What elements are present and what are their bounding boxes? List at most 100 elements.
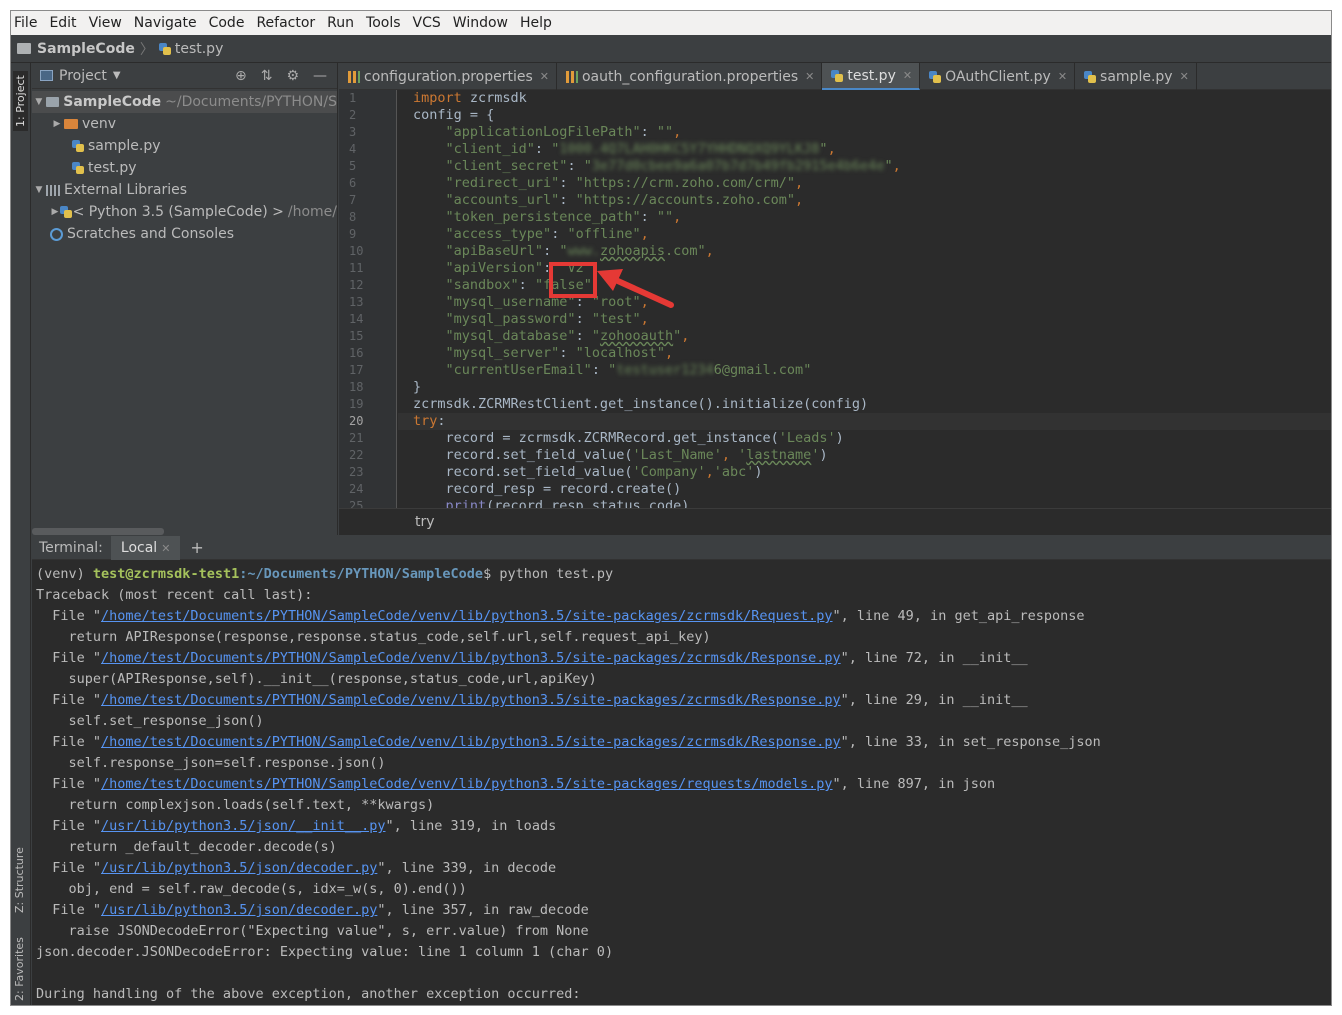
hide-panel-icon[interactable]: — [313, 68, 327, 84]
close-icon[interactable]: ✕ [161, 542, 170, 555]
folder-icon [17, 43, 31, 54]
tab-configuration-properties[interactable]: configuration.properties ✕ [339, 63, 557, 90]
terminal-line: obj, end = self.raw_decode(s, idx=_w(s, … [36, 881, 467, 897]
line-number: 15 [349, 329, 364, 343]
expand-arrow-icon[interactable]: ▼ [32, 97, 46, 107]
terminal-prompt-line: (venv) test@zcrmsdk-test1:~/Documents/PY… [36, 564, 1331, 585]
tree-item-external-libraries[interactable]: ▼ External Libraries [32, 179, 337, 201]
line-number: 22 [349, 448, 364, 462]
close-icon[interactable]: ✕ [1058, 70, 1067, 83]
code-line: print(record_resp.status_code) [445, 498, 690, 508]
project-tree: ▼ SampleCode ~/Documents/PYTHON/S ▶ venv… [32, 89, 337, 245]
terminal-output[interactable]: (venv) test@zcrmsdk-test1:~/Documents/PY… [32, 560, 1331, 1005]
tree-item-venv[interactable]: ▶ venv [32, 113, 337, 135]
menu-tools[interactable]: Tools [366, 15, 401, 31]
tree-item-label: test.py [88, 160, 137, 176]
code-line: config = { [413, 107, 495, 123]
prompt-path: :~/Documents/PYTHON/SampleCode [239, 566, 484, 582]
tab-oauthclient-py[interactable]: OAuthClient.py ✕ [920, 63, 1076, 90]
expand-arrow-icon[interactable]: ▶ [50, 119, 64, 129]
line-number: 17 [349, 363, 364, 377]
tree-item-path: ~/Documents/PYTHON/S [165, 94, 337, 110]
menu-navigate[interactable]: Navigate [134, 15, 197, 31]
horizontal-scrollbar[interactable] [32, 528, 164, 535]
favorites-tool-button[interactable]: 2: Favorites [13, 937, 26, 1001]
traceback-link[interactable]: /home/test/Documents/PYTHON/SampleCode/v… [101, 650, 841, 666]
menu-refactor[interactable]: Refactor [256, 15, 315, 31]
terminal-line: File "/usr/lib/python3.5/json/decoder.py… [36, 860, 557, 876]
terminal-tab-local[interactable]: Local ✕ [110, 535, 181, 560]
tree-item-test-py[interactable]: test.py [32, 157, 337, 179]
prompt-command: $ python test.py [483, 566, 614, 582]
line-number: 13 [349, 295, 364, 309]
close-icon[interactable]: ✕ [1180, 70, 1189, 83]
menu-help[interactable]: Help [520, 15, 552, 31]
gear-icon[interactable]: ⚙ [286, 68, 299, 84]
locate-icon[interactable]: ⊕ [235, 68, 247, 84]
prompt-venv: (venv) [36, 566, 93, 582]
traceback-link[interactable]: /usr/lib/python3.5/json/decoder.py [101, 860, 377, 876]
breadcrumb-file[interactable]: test.py [175, 41, 224, 57]
structure-tool-button[interactable]: Z: Structure [13, 847, 26, 913]
terminal-line: During handling of the above exception, … [36, 986, 581, 1002]
new-terminal-icon[interactable]: + [190, 538, 203, 557]
tree-item-samplecode[interactable]: ▼ SampleCode ~/Documents/PYTHON/S [32, 91, 337, 113]
code-line: "access_type": "offline", [445, 226, 649, 242]
terminal-tabs: Terminal: Local ✕ + [32, 535, 1331, 560]
tab-label: test.py [847, 67, 896, 84]
traceback-link[interactable]: /home/test/Documents/PYTHON/SampleCode/v… [101, 692, 841, 708]
tree-item-scratches[interactable]: Scratches and Consoles [32, 223, 337, 245]
menu-bar: File Edit View Navigate Code Refactor Ru… [11, 11, 1331, 35]
code-line: } [413, 379, 422, 395]
menu-vcs[interactable]: VCS [413, 15, 441, 31]
traceback-link[interactable]: /usr/lib/python3.5/json/decoder.py [101, 902, 377, 918]
traceback-link[interactable]: /usr/lib/python3.5/json/__init__.py [101, 818, 385, 834]
traceback-link[interactable]: /home/test/Documents/PYTHON/SampleCode/v… [101, 734, 841, 750]
project-panel-header: Project ▼ ⊕ ⇅ ⚙ — [32, 63, 337, 89]
code-line: record.set_field_value('Last_Name', 'las… [413, 447, 828, 463]
expand-arrow-icon[interactable]: ▶ [50, 207, 60, 217]
close-icon[interactable]: ✕ [805, 70, 814, 83]
breadcrumb-project[interactable]: SampleCode [37, 41, 135, 57]
project-view-selector[interactable]: Project [59, 68, 107, 84]
close-icon[interactable]: ✕ [540, 70, 549, 83]
tab-oauth-configuration-properties[interactable]: oauth_configuration.properties ✕ [557, 63, 823, 90]
terminal-line: return APIResponse(response,response.sta… [36, 629, 711, 645]
collapse-all-icon[interactable]: ⇅ [261, 68, 273, 84]
chevron-down-icon[interactable]: ▼ [113, 70, 121, 81]
tree-item-python-sdk[interactable]: ▶ < Python 3.5 (SampleCode) > /home/ [32, 201, 337, 223]
tab-test-py[interactable]: test.py ✕ [822, 63, 921, 90]
line-number: 4 [349, 142, 357, 156]
code-area[interactable]: import zcrmsdk config = { "applicationLo… [398, 90, 1331, 508]
redacted-value: www. [567, 243, 600, 259]
properties-file-icon [565, 70, 578, 83]
line-number: 12 [349, 278, 364, 292]
terminal-line: raise JSONDecodeError("Expecting value",… [36, 923, 589, 939]
redacted-value: testuser1234 [616, 362, 714, 378]
menu-edit[interactable]: Edit [49, 15, 76, 31]
close-icon[interactable]: ✕ [903, 69, 912, 82]
python-file-icon [72, 162, 84, 174]
traceback-link[interactable]: /home/test/Documents/PYTHON/SampleCode/v… [101, 608, 833, 624]
terminal-line: Traceback (most recent call last): [36, 587, 313, 603]
menu-code[interactable]: Code [209, 15, 245, 31]
line-number: 24 [349, 482, 364, 496]
project-tool-button[interactable]: 1: Project [13, 71, 28, 131]
editor-breadcrumb[interactable]: try [339, 508, 1331, 535]
menu-run[interactable]: Run [327, 15, 354, 31]
terminal-line: File "/home/test/Documents/PYTHON/Sample… [36, 734, 1101, 750]
traceback-link[interactable]: /home/test/Documents/PYTHON/SampleCode/v… [101, 776, 833, 792]
terminal-panel: Terminal: Local ✕ + (venv) test@zcrmsdk-t… [32, 535, 1331, 1005]
expand-arrow-icon[interactable]: ▼ [32, 185, 46, 195]
code-line: "mysql_server": "localhost", [445, 345, 674, 361]
line-number: 18 [349, 380, 364, 394]
code-line: "accounts_url": "https://accounts.zoho.c… [445, 192, 804, 208]
annotation-highlight-box [549, 262, 597, 298]
menu-file[interactable]: File [14, 15, 37, 31]
code-line: "mysql_username": "root", [445, 294, 649, 310]
prompt-user: test@zcrmsdk-test1 [92, 566, 240, 582]
menu-window[interactable]: Window [453, 15, 508, 31]
tab-sample-py[interactable]: sample.py ✕ [1075, 63, 1197, 90]
menu-view[interactable]: View [89, 15, 122, 31]
tree-item-sample-py[interactable]: sample.py [32, 135, 337, 157]
